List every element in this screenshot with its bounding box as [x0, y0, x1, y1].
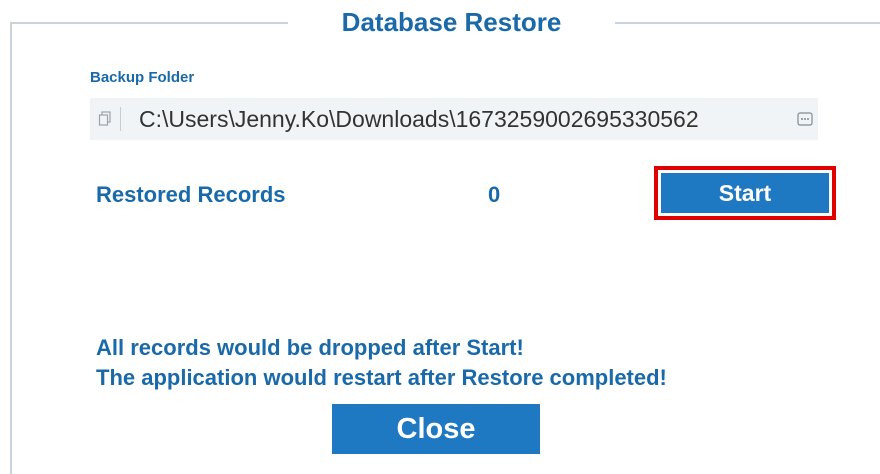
warning-app-restart: The application would restart after Rest…	[96, 365, 667, 390]
backup-folder-path[interactable]: C:\Users\Jenny.Ko\Downloads\167325900269…	[139, 98, 792, 140]
close-button[interactable]: Close	[332, 404, 540, 454]
ellipsis-browse-icon[interactable]	[792, 98, 818, 140]
frame-left-border	[10, 22, 12, 474]
backup-folder-label: Backup Folder	[90, 69, 195, 86]
restored-records-count: 0	[488, 182, 501, 207]
frame-top-left-border	[10, 22, 288, 24]
start-button[interactable]: Start	[661, 173, 829, 213]
restored-records-label: Restored Records	[96, 182, 286, 207]
field-separator	[120, 107, 121, 131]
frame-top-right-border	[615, 22, 880, 24]
warning-records-dropped: All records would be dropped after Start…	[96, 335, 524, 360]
dialog-title: Database Restore	[341, 7, 562, 37]
copy-icon[interactable]	[90, 98, 120, 140]
backup-folder-field[interactable]: C:\Users\Jenny.Ko\Downloads\167325900269…	[90, 98, 818, 140]
